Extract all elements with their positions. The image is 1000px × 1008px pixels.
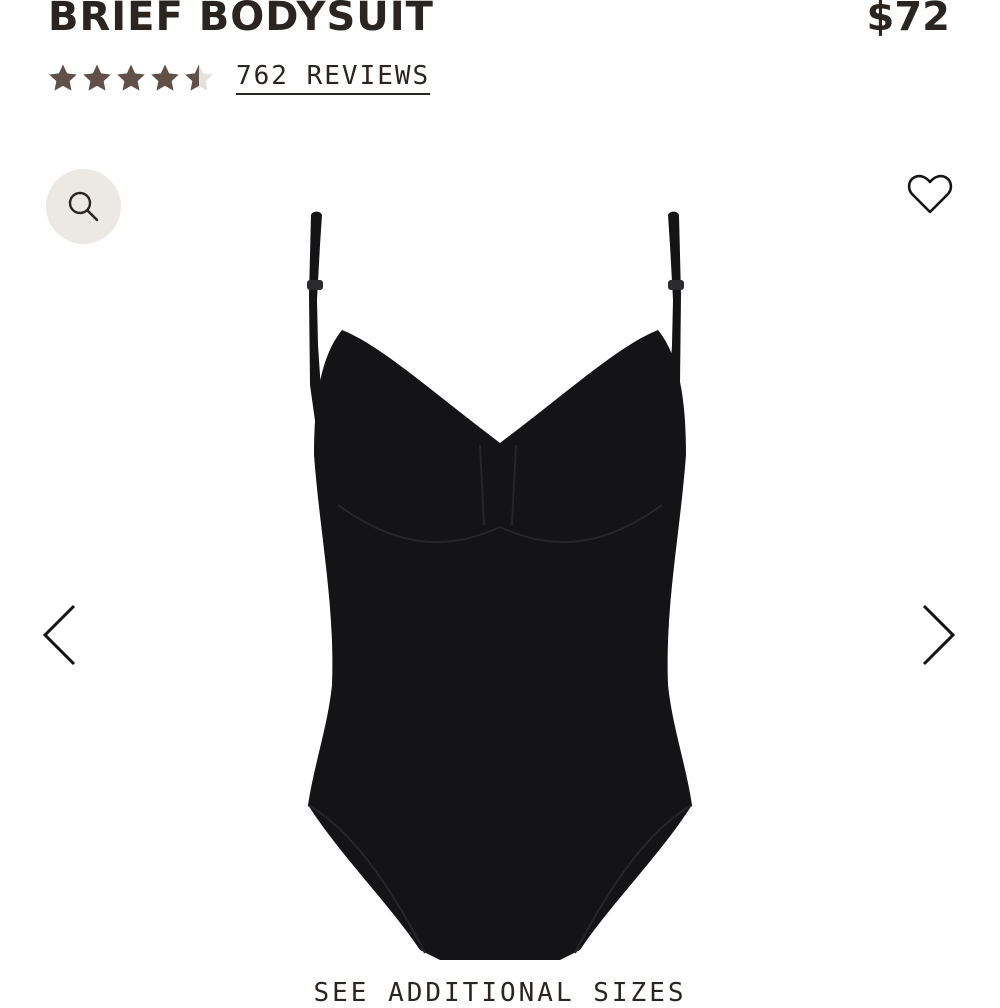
heart-outline-icon xyxy=(907,174,953,214)
product-title: BRIEF BODYSUIT xyxy=(48,0,434,40)
star-icon xyxy=(151,64,179,91)
rating-row: 762 REVIEWS xyxy=(46,56,431,100)
chevron-right-icon xyxy=(922,604,956,666)
search-icon xyxy=(68,191,98,221)
zoom-button[interactable] xyxy=(46,169,121,244)
star-rating xyxy=(46,61,216,95)
previous-image-button[interactable] xyxy=(36,598,84,672)
product-image xyxy=(307,211,693,960)
half-star-icon xyxy=(185,64,213,91)
star-icon xyxy=(117,64,145,91)
chevron-left-icon xyxy=(42,604,76,666)
product-price: $72 xyxy=(866,0,951,40)
star-icon xyxy=(49,64,77,91)
see-additional-sizes-link[interactable]: SEE ADDITIONAL SIZES xyxy=(0,978,1000,1008)
next-image-button[interactable] xyxy=(914,598,962,672)
reviews-link[interactable]: 762 REVIEWS xyxy=(236,61,431,95)
star-icon xyxy=(83,64,111,91)
favorite-button[interactable] xyxy=(904,168,956,220)
